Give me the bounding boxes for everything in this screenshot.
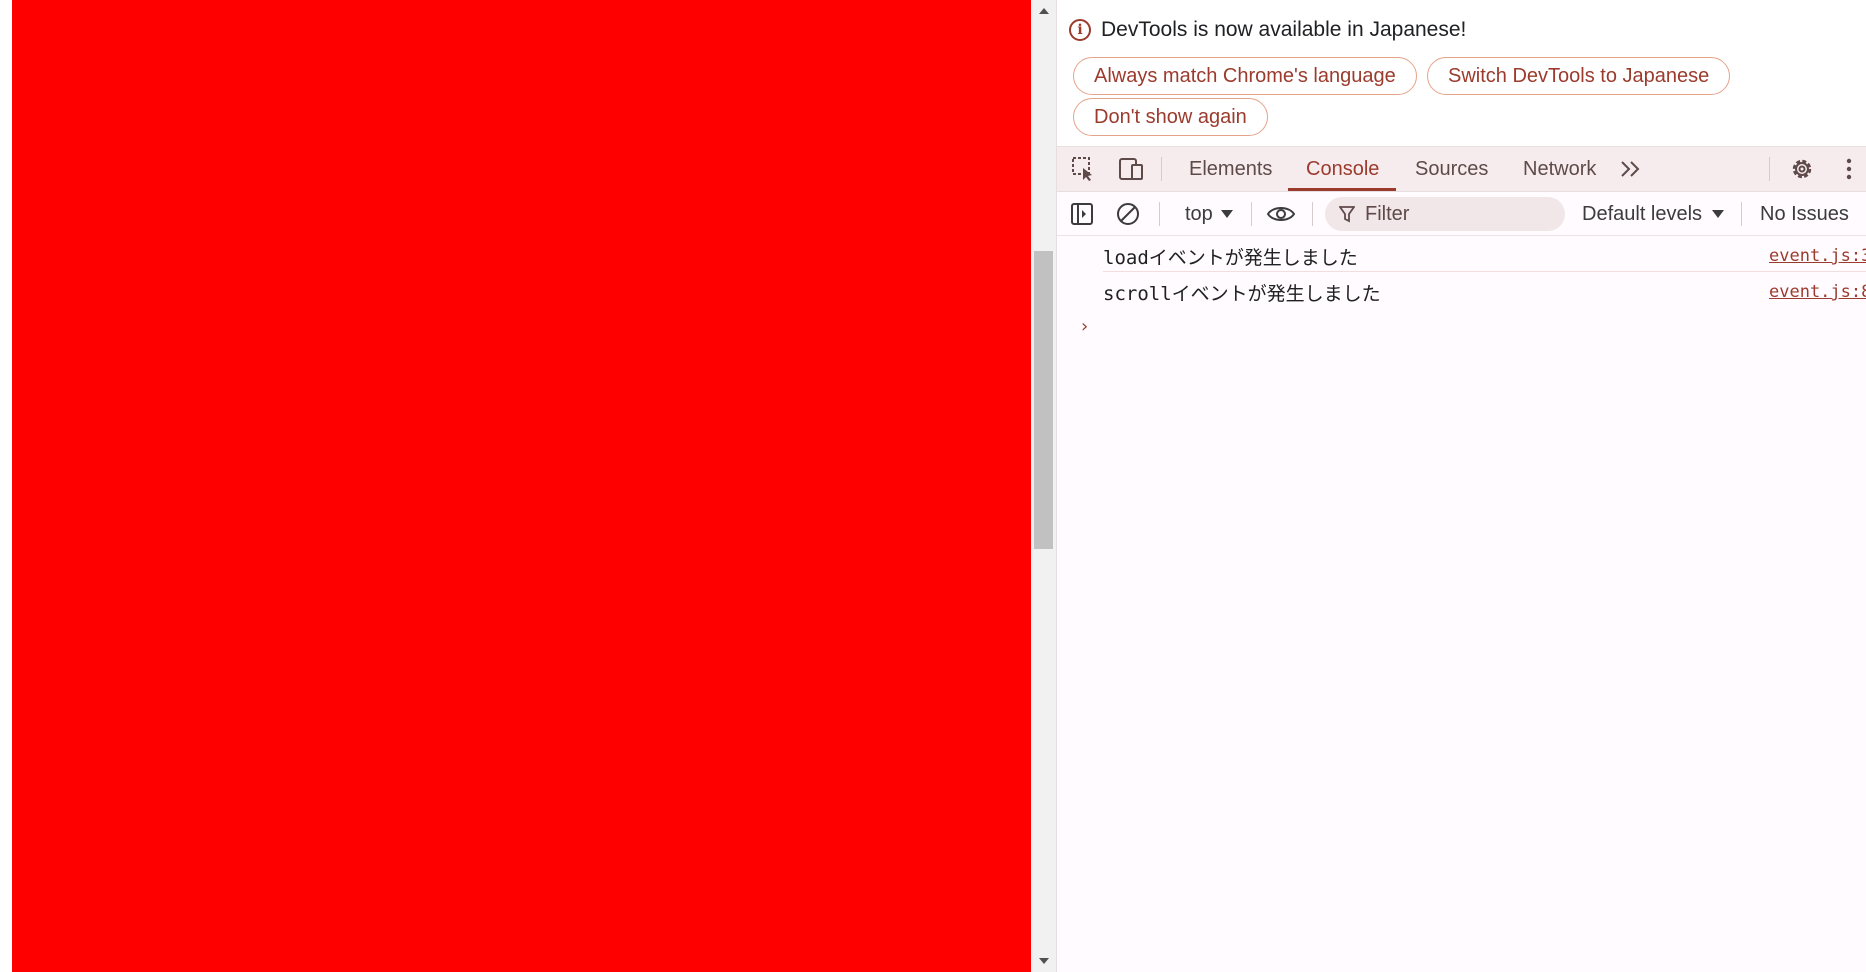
page-viewport — [0, 0, 1056, 972]
chevron-double-right-icon[interactable] — [1617, 147, 1645, 191]
tab-console[interactable]: Console — [1306, 147, 1379, 191]
filter-funnel-icon — [1339, 206, 1355, 223]
switch-to-japanese-button[interactable]: Switch DevTools to Japanese — [1427, 57, 1731, 95]
console-message-text: scrollイベントが発生しました — [1103, 283, 1381, 305]
dropdown-caret-icon — [1712, 210, 1725, 218]
gear-icon[interactable] — [1785, 147, 1819, 191]
toolbar-separator — [1159, 202, 1160, 226]
infobar-message-row: i DevTools is now available in Japanese! — [1069, 18, 1466, 42]
console-log: loadイベントが発生しました event.js:3 scrollイベントが発生… — [1057, 236, 1866, 337]
toolbar-separator — [1251, 202, 1252, 226]
toolbar-separator — [1312, 202, 1313, 226]
always-match-language-button[interactable]: Always match Chrome's language — [1073, 57, 1417, 95]
dont-show-again-button[interactable]: Don't show again — [1073, 98, 1268, 136]
tab-network[interactable]: Network — [1523, 147, 1596, 191]
console-prompt-icon[interactable]: › — [1079, 316, 1090, 337]
devtools-tabbar: Elements Console Sources Network — [1057, 146, 1866, 192]
tabbar-separator — [1161, 157, 1162, 181]
tab-sources[interactable]: Sources — [1415, 147, 1488, 191]
language-infobar: i DevTools is now available in Japanese!… — [1057, 0, 1866, 146]
clear-console-icon[interactable] — [1113, 192, 1143, 236]
infobar-message: DevTools is now available in Japanese! — [1101, 18, 1467, 41]
toolbar-separator — [1741, 202, 1742, 226]
log-levels-dropdown[interactable]: Default levels — [1582, 192, 1725, 236]
console-message: loadイベントが発生しました event.js:3 — [1057, 236, 1866, 272]
tabbar-separator-right — [1769, 157, 1770, 181]
console-toolbar: top Filter Default levels No Issues — [1057, 192, 1866, 236]
issues-counter[interactable]: No Issues — [1760, 192, 1849, 236]
sidebar-toggle-icon[interactable] — [1067, 192, 1097, 236]
info-icon: i — [1069, 19, 1091, 41]
filter-input[interactable]: Filter — [1325, 197, 1565, 231]
arrow-up-icon — [1038, 8, 1049, 14]
scrollbar-thumb[interactable] — [1034, 251, 1053, 549]
tab-elements[interactable]: Elements — [1189, 147, 1272, 191]
kebab-menu-icon[interactable] — [1837, 147, 1861, 191]
select-element-icon[interactable] — [1067, 147, 1101, 191]
device-toolbar-icon[interactable] — [1114, 147, 1148, 191]
log-levels-value: Default levels — [1582, 202, 1703, 225]
filter-placeholder: Filter — [1365, 202, 1410, 225]
eye-icon[interactable] — [1263, 192, 1299, 236]
console-message: scrollイベントが発生しました event.js:8 — [1057, 272, 1866, 308]
scroll-down-arrow[interactable] — [1031, 950, 1056, 972]
scroll-up-arrow[interactable] — [1031, 0, 1056, 22]
devtools-panel: i DevTools is now available in Japanese!… — [1056, 0, 1866, 972]
console-message-source-link[interactable]: event.js:3 — [1769, 246, 1866, 266]
page-content-red — [12, 0, 1031, 972]
console-message-source-link[interactable]: event.js:8 — [1769, 282, 1866, 302]
vertical-scrollbar[interactable] — [1031, 0, 1056, 972]
console-message-text: loadイベントが発生しました — [1103, 247, 1358, 269]
active-tab-indicator — [1288, 188, 1396, 191]
arrow-down-icon — [1038, 958, 1049, 964]
context-value: top — [1185, 202, 1213, 225]
dropdown-caret-icon — [1220, 210, 1233, 218]
context-selector[interactable]: top — [1185, 192, 1233, 236]
